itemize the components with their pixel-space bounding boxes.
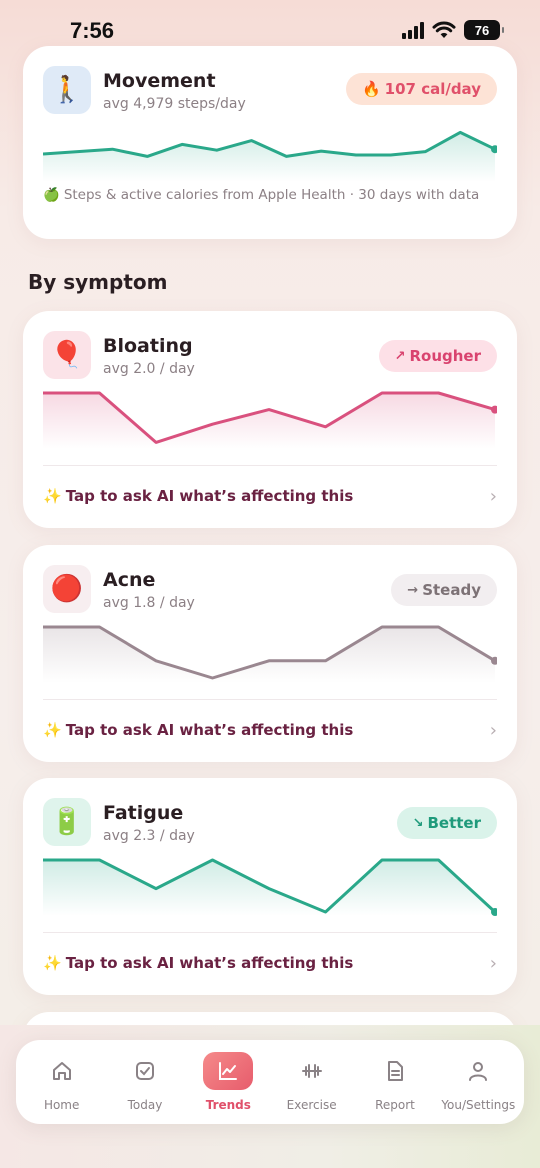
- battery-icon: 🔋: [43, 798, 91, 846]
- symptom-average: avg 2.3 / day: [103, 828, 195, 844]
- chevron-right-icon: ›: [489, 719, 497, 741]
- ask-ai-label: Tap to ask AI what’s affecting this: [65, 954, 354, 972]
- symptom-card-bloating[interactable]: 🎈 Bloating avg 2.0 / day ↗ Rougher ✨ Tap…: [23, 311, 517, 528]
- tab-home[interactable]: Home: [21, 1040, 103, 1124]
- status-icons: 76: [402, 20, 504, 40]
- sparkles-icon: ✨: [43, 487, 62, 505]
- trend-label: Better: [427, 814, 481, 832]
- chevron-right-icon: ›: [489, 952, 497, 974]
- trend-badge: → Steady: [391, 574, 497, 606]
- movement-chart: [43, 130, 497, 182]
- apple-icon: 🍏: [43, 187, 60, 203]
- symptom-card-fatigue[interactable]: 🔋 Fatigue avg 2.3 / day ↘ Better ✨ Tap t…: [23, 778, 517, 995]
- symptom-chart: [43, 858, 497, 916]
- symptom-average: avg 1.8 / day: [103, 595, 195, 611]
- tab-label: Home: [43, 1098, 80, 1112]
- wifi-icon: [432, 21, 456, 38]
- person-icon: [453, 1052, 503, 1090]
- sparkles-icon: ✨: [43, 954, 62, 972]
- divider: [43, 465, 497, 466]
- tab-report[interactable]: Report: [354, 1040, 436, 1124]
- movement-note-text: Steps & active calories from Apple Healt…: [63, 187, 480, 203]
- walking-person-icon: 🚶: [43, 66, 91, 114]
- trend-badge: ↘ Better: [396, 807, 497, 839]
- movement-title: Movement: [103, 70, 216, 92]
- tab-label: You/Settings: [441, 1098, 516, 1112]
- trend-label: Steady: [422, 581, 481, 599]
- symptom-title: Bloating: [103, 335, 193, 357]
- divider: [43, 932, 497, 933]
- symptom-card-acne[interactable]: 🔴 Acne avg 1.8 / day → Steady ✨ Tap to a…: [23, 545, 517, 762]
- ask-ai-label: Tap to ask AI what’s affecting this: [65, 487, 354, 505]
- red-circle-icon: 🔴: [43, 565, 91, 613]
- symptom-average: avg 2.0 / day: [103, 361, 195, 377]
- calories-pill: 🔥 107 cal/day: [345, 73, 497, 105]
- divider: [43, 699, 497, 700]
- tab-trends[interactable]: Trends: [187, 1040, 269, 1124]
- fire-icon: 🔥: [361, 80, 381, 98]
- tab-exercise[interactable]: Exercise: [271, 1040, 353, 1124]
- cellular-signal-icon: [402, 21, 424, 39]
- symptom-chart: [43, 625, 497, 683]
- chevron-right-icon: ›: [489, 485, 497, 507]
- battery-icon: 76: [464, 20, 504, 40]
- movement-note: 🍏 Steps & active calories from Apple Hea…: [43, 187, 479, 203]
- trend-badge: ↗ Rougher: [378, 340, 497, 372]
- movement-subtitle: avg 4,979 steps/day: [103, 96, 246, 112]
- symptom-chart: [43, 391, 497, 449]
- ask-ai-button[interactable]: ✨ Tap to ask AI what’s affecting this ›: [43, 948, 497, 978]
- ask-ai-button[interactable]: ✨ Tap to ask AI what’s affecting this ›: [43, 715, 497, 745]
- chart-area: [43, 132, 495, 182]
- balloon-icon: 🎈: [43, 331, 91, 379]
- status-time: 7:56: [70, 18, 115, 43]
- ask-ai-label: Tap to ask AI what’s affecting this: [65, 721, 354, 739]
- tab-you-settings[interactable]: You/Settings: [437, 1040, 519, 1124]
- trend-label: Rougher: [409, 347, 481, 365]
- trend-arrow-icon: →: [407, 582, 419, 598]
- tab-bar: Home Today Trends Exercise Report You/Se…: [16, 1040, 524, 1124]
- tab-label: Report: [375, 1098, 415, 1112]
- ask-ai-button[interactable]: ✨ Tap to ask AI what’s affecting this ›: [43, 481, 497, 511]
- sparkles-icon: ✨: [43, 721, 62, 739]
- movement-card[interactable]: 🚶 Movement avg 4,979 steps/day 🔥 107 cal…: [23, 46, 517, 239]
- tab-today[interactable]: Today: [104, 1040, 186, 1124]
- section-heading: By symptom: [28, 270, 168, 294]
- chart-line-icon: [203, 1052, 254, 1090]
- symptom-title: Acne: [103, 569, 156, 591]
- symptom-title: Fatigue: [103, 802, 184, 824]
- tab-label: Today: [127, 1098, 163, 1112]
- trend-arrow-icon: ↘: [412, 815, 424, 831]
- checkbox-icon: [120, 1052, 170, 1090]
- trend-arrow-icon: ↗: [394, 348, 406, 364]
- tab-label: Exercise: [286, 1098, 337, 1112]
- calories-value: 107 cal/day: [384, 80, 481, 98]
- document-icon: [370, 1052, 420, 1090]
- dumbbell-icon: [287, 1052, 337, 1090]
- home-icon: [37, 1052, 87, 1090]
- tab-label: Trends: [205, 1098, 251, 1112]
